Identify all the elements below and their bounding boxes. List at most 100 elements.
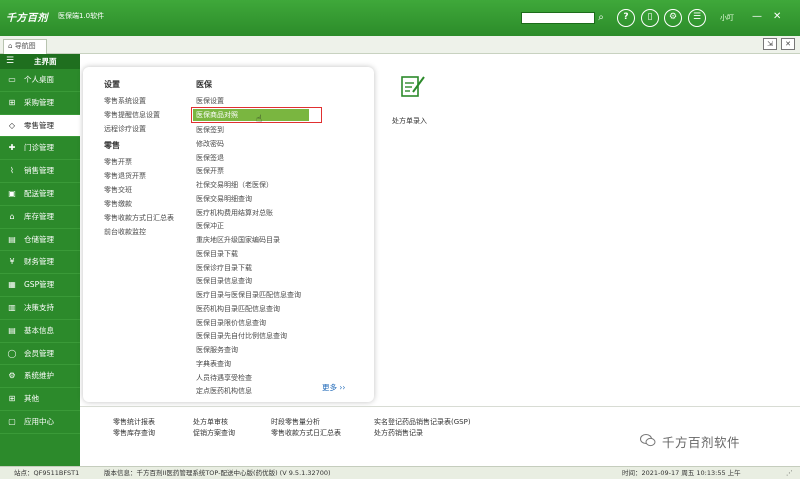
quick-link[interactable]: 处方药销售记录 bbox=[374, 428, 423, 438]
menu-link[interactable]: 医保服务查询 bbox=[196, 345, 238, 355]
menu-link[interactable]: 医保目录限价信息查询 bbox=[196, 318, 266, 328]
menu-link[interactable]: 医保诊疗目录下载 bbox=[196, 263, 252, 273]
sidebar-item-member[interactable]: ◯ 会员管理 bbox=[0, 343, 80, 366]
menu-link[interactable]: 医保签到 bbox=[196, 125, 224, 135]
minimize-icon[interactable]: — bbox=[752, 10, 762, 24]
sidebar-item-finance[interactable]: ¥ 财务管理 bbox=[0, 251, 80, 275]
sidebar-header[interactable]: ☰ 主界面 bbox=[0, 54, 80, 69]
menu-link[interactable]: 零售缴款 bbox=[104, 199, 132, 209]
menu-icon[interactable]: ☰ bbox=[688, 9, 706, 27]
menu-link[interactable]: 医保目录下载 bbox=[196, 249, 238, 259]
sidebar-item-gsp[interactable]: ▦ GSP管理 bbox=[0, 274, 80, 297]
menu-link[interactable]: 零售收款方式日汇总表 bbox=[104, 213, 174, 223]
app-subtitle: 医保端1.0软件 bbox=[58, 12, 105, 20]
quick-link[interactable]: 促销方案查询 bbox=[193, 428, 235, 438]
menu-link[interactable]: 医保开票 bbox=[196, 166, 224, 176]
menu-link[interactable]: 医疗机构费用结算对总账 bbox=[196, 208, 273, 218]
username-label: 小叮 bbox=[720, 14, 734, 22]
phone-icon[interactable]: ▯ bbox=[641, 9, 659, 27]
sidebar-item-label: 应用中心 bbox=[24, 416, 54, 426]
sidebar-item-app-center[interactable]: ▢ 应用中心 bbox=[0, 411, 80, 434]
cross-icon: ✚ bbox=[8, 143, 16, 153]
search-icon[interactable]: ⌕ bbox=[595, 11, 607, 25]
section-title-insurance: 医保 bbox=[196, 80, 212, 89]
menu-link[interactable]: 修改密码 bbox=[196, 139, 224, 149]
search-input[interactable] bbox=[521, 12, 595, 24]
menu-link[interactable]: 定点医药机构信息 bbox=[196, 386, 252, 396]
sidebar-item-basic-info[interactable]: ▤ 基本信息 bbox=[0, 320, 80, 343]
menu-link[interactable]: 医保设置 bbox=[196, 96, 224, 106]
sidebar-item-retail[interactable]: ◇ 零售管理 bbox=[0, 114, 80, 138]
tab-row: ⌂ 导航图 bbox=[0, 36, 800, 54]
gsp-icon: ▦ bbox=[8, 280, 16, 290]
sidebar-item-label: 门诊管理 bbox=[24, 143, 54, 153]
hamburger-icon[interactable]: ☰ bbox=[6, 56, 14, 67]
sidebar-item-purchase[interactable]: ⊞ 采购管理 bbox=[0, 92, 80, 115]
menu-link[interactable]: 前台收款监控 bbox=[104, 227, 146, 237]
chart-icon: ⌇ bbox=[10, 166, 14, 176]
tag-icon: ◇ bbox=[8, 120, 16, 130]
sidebar: ☰ 主界面 ▭ 个人桌面 ⊞ 采购管理 ◇ 零售管理 ✚ 门诊管理 ⌇ 销售管理 ▣ 配送管… bbox=[0, 54, 80, 466]
menu-link[interactable]: 医疗目录与医保目录匹配信息查询 bbox=[196, 290, 301, 300]
quick-link[interactable]: 零售收款方式日汇总表 bbox=[271, 428, 341, 438]
prescription-entry-label[interactable]: 处方单录入 bbox=[392, 116, 427, 126]
menu-link[interactable]: 零售交班 bbox=[104, 185, 132, 195]
quick-link[interactable]: 零售统计报表 bbox=[113, 417, 155, 427]
status-bar: 站点：QF9511BFST1 版本信息：千方百剂II医药管理系统TOP-配送中心… bbox=[0, 466, 800, 479]
app-icon: ▢ bbox=[8, 416, 16, 426]
more-link[interactable]: 更多 ›› bbox=[322, 382, 345, 393]
menu-link[interactable]: 医保目录信息查询 bbox=[196, 276, 252, 286]
home-icon: ⌂ bbox=[8, 42, 13, 50]
menu-link[interactable]: 零售开票 bbox=[104, 157, 132, 167]
settings-icon[interactable]: ⚙ bbox=[664, 9, 682, 27]
menu-link-insurance-mapping[interactable]: 医保商品对照 bbox=[193, 109, 309, 121]
quick-link[interactable]: 实名登记药品销售记录表(GSP) bbox=[374, 417, 471, 427]
resize-grip-icon[interactable]: ⋰ bbox=[786, 467, 793, 479]
status-site: 站点：QF9511BFST1 bbox=[14, 469, 80, 477]
sidebar-item-clinic[interactable]: ✚ 门诊管理 bbox=[0, 137, 80, 161]
menu-link[interactable]: 社保交易明细（老医保） bbox=[196, 180, 273, 190]
sidebar-item-system[interactable]: ⚙ 系统维护 bbox=[0, 365, 80, 389]
sidebar-item-label: GSP管理 bbox=[24, 280, 55, 290]
export-icon[interactable]: ⇲ bbox=[763, 38, 777, 50]
menu-link[interactable]: 零售系统设置 bbox=[104, 96, 146, 106]
grid-icon: ⊞ bbox=[8, 394, 16, 404]
sidebar-item-label: 仓储管理 bbox=[24, 234, 54, 244]
sidebar-item-label: 决策支持 bbox=[24, 302, 54, 312]
menu-link[interactable]: 医保冲正 bbox=[196, 221, 224, 231]
close-icon[interactable]: ✕ bbox=[773, 10, 781, 24]
sidebar-item-decision[interactable]: ▥ 决策支持 bbox=[0, 297, 80, 320]
gear-icon: ⚙ bbox=[8, 371, 16, 381]
sidebar-item-delivery[interactable]: ▣ 配送管理 bbox=[0, 183, 80, 206]
sidebar-item-label: 零售管理 bbox=[24, 120, 54, 130]
sidebar-item-other[interactable]: ⊞ 其他 bbox=[0, 388, 80, 411]
menu-link[interactable]: 远程诊疗设置 bbox=[104, 124, 146, 134]
section-title-retail: 零售 bbox=[104, 141, 120, 150]
sidebar-item-desktop[interactable]: ▭ 个人桌面 bbox=[0, 69, 80, 92]
menu-link[interactable]: 零售提醒信息设置 bbox=[104, 110, 160, 120]
sidebar-item-sales[interactable]: ⌇ 销售管理 bbox=[0, 160, 80, 183]
sidebar-item-label: 系统维护 bbox=[24, 371, 54, 381]
menu-link[interactable]: 医保交易明细查询 bbox=[196, 194, 252, 204]
sidebar-item-inventory[interactable]: ⌂ 库存管理 bbox=[0, 206, 80, 229]
menu-link[interactable]: 医药机构目录匹配信息查询 bbox=[196, 304, 280, 314]
prescription-entry-icon[interactable] bbox=[400, 73, 426, 99]
menu-link[interactable]: 人员待遇享受检查 bbox=[196, 373, 252, 383]
sidebar-item-label: 个人桌面 bbox=[24, 75, 54, 84]
sidebar-item-label: 基本信息 bbox=[24, 325, 54, 335]
menu-link[interactable]: 重庆地区升级国家编码目录 bbox=[196, 235, 280, 245]
menu-link[interactable]: 字典表查询 bbox=[196, 359, 231, 369]
close-tab-icon[interactable]: ✕ bbox=[781, 38, 795, 50]
menu-link[interactable]: 零售退货开票 bbox=[104, 171, 146, 181]
menu-link[interactable]: 医保目录先自付比例信息查询 bbox=[196, 331, 287, 341]
cursor-icon: ☝ bbox=[256, 114, 263, 125]
help-icon[interactable]: ? bbox=[617, 9, 635, 27]
divider bbox=[80, 406, 800, 407]
quick-link[interactable]: 时段零售量分析 bbox=[271, 417, 320, 427]
cart-icon: ⊞ bbox=[8, 97, 16, 107]
quick-link[interactable]: 处方单审核 bbox=[193, 417, 228, 427]
quick-link[interactable]: 零售库存查询 bbox=[113, 428, 155, 438]
menu-link[interactable]: 医保签退 bbox=[196, 153, 224, 163]
sidebar-item-storage[interactable]: ▤ 仓储管理 bbox=[0, 229, 80, 252]
tab-navigation[interactable]: ⌂ 导航图 bbox=[3, 39, 47, 54]
